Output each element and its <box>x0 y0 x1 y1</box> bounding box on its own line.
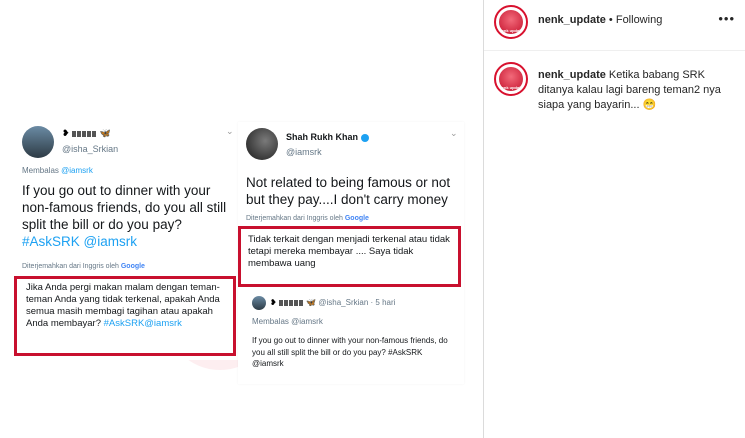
tweet-handle: @iamsrk <box>286 147 322 157</box>
avatar[interactable]: nenk update <box>494 5 528 39</box>
following-button[interactable]: Following <box>616 14 662 26</box>
post-image[interactable]: ❥ 🦋 @isha_Srkian ⌄ Membalas @iamsrk If y… <box>0 0 483 438</box>
quoted-author: ❥ 🦋 @isha_Srkian · 5 hari <box>270 298 396 307</box>
post-header: nenk update nenk_update • Following ••• <box>484 0 745 51</box>
butterfly-icon: 🦋 <box>99 128 111 138</box>
highlight-box-right <box>238 226 461 287</box>
grin-emoji-icon: 😁 <box>642 99 657 111</box>
translated-by: Diterjemahkan dari Inggris oleh Google <box>22 263 145 270</box>
hashtag-link[interactable]: #AskSRK <box>22 234 80 249</box>
chevron-down-icon[interactable]: ⌄ <box>450 128 458 139</box>
avatar <box>246 128 278 160</box>
caption-username[interactable]: nenk_update <box>538 69 606 81</box>
header-user: nenk_update • Following <box>538 14 662 26</box>
mention-link[interactable]: @iamsrk <box>84 234 137 249</box>
username-link[interactable]: nenk_update <box>538 14 606 26</box>
tweet-text: Not related to being famous or not but t… <box>246 175 451 207</box>
avatar[interactable]: nenk update <box>494 62 528 96</box>
post-caption: nenk_update Ketika babang SRK ditanya ka… <box>538 68 738 113</box>
reply-line: Membalas @iamsrk <box>22 166 93 175</box>
more-options-icon[interactable]: ••• <box>718 11 735 26</box>
post-sidebar: nenk update nenk_update • Following ••• … <box>484 0 745 438</box>
separator: • <box>608 14 613 26</box>
avatar <box>252 296 266 310</box>
quoted-reply-line: Membalas @iamsrk <box>252 317 323 326</box>
name-glyph: ❥ <box>62 128 70 138</box>
translated-by: Diterjemahkan dari Inggris oleh Google <box>246 215 369 222</box>
tweet-author-name: Shah Rukh Khan <box>286 132 369 142</box>
tweet-text: If you go out to dinner with your non-fa… <box>22 183 227 249</box>
tweet-author-name: ❥ 🦋 <box>62 128 111 139</box>
highlight-box-left <box>14 276 236 356</box>
quoted-text: If you go out to dinner with your non-fa… <box>252 336 448 368</box>
tweet-handle: @isha_Srkian <box>62 144 119 154</box>
butterfly-icon: 🦋 <box>306 298 317 307</box>
chevron-down-icon[interactable]: ⌄ <box>226 126 234 137</box>
verified-badge-icon <box>360 133 369 142</box>
avatar <box>22 126 54 158</box>
